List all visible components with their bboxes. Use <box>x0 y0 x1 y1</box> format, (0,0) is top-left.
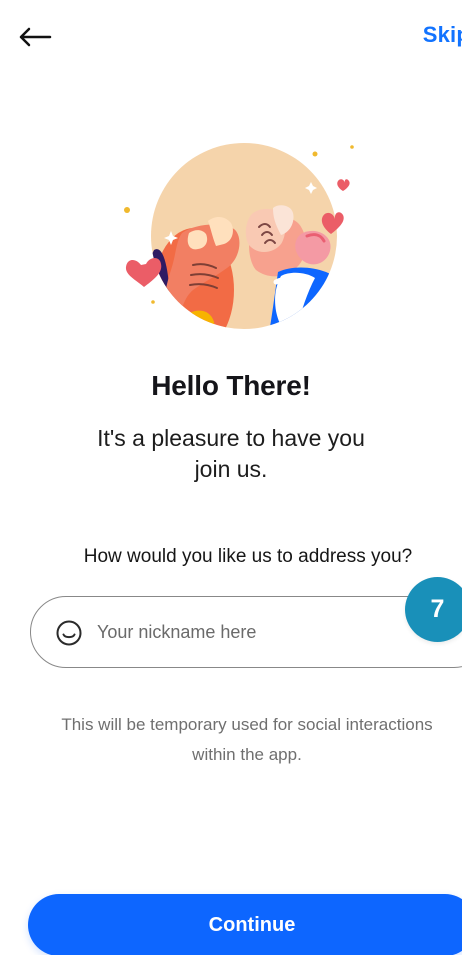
skip-button[interactable]: Skip <box>423 22 462 48</box>
intro-subtitle: It's a pleasure to have you join us. <box>0 423 462 485</box>
helper-line-1: This will be temporary used for social i… <box>61 715 433 734</box>
smile-icon <box>56 620 82 646</box>
fist-bump-illustration <box>124 143 354 329</box>
helper-line-2: within the app. <box>192 745 302 764</box>
subtitle-line-1: It's a pleasure to have you <box>97 425 365 451</box>
subtitle-line-2: join us. <box>194 456 268 482</box>
page-title: Hello There! <box>151 370 311 401</box>
helper-text: This will be temporary used for social i… <box>0 710 462 770</box>
nickname-input[interactable] <box>97 614 367 650</box>
nickname-field[interactable] <box>30 596 462 668</box>
back-arrow-icon <box>19 27 52 47</box>
continue-button[interactable]: Continue <box>28 894 462 955</box>
onboarding-screen: Skip <box>0 0 462 955</box>
nickname-question: How would you like us to address you? <box>83 546 413 567</box>
back-button[interactable] <box>18 20 62 54</box>
step-badge: 7 <box>405 577 462 642</box>
